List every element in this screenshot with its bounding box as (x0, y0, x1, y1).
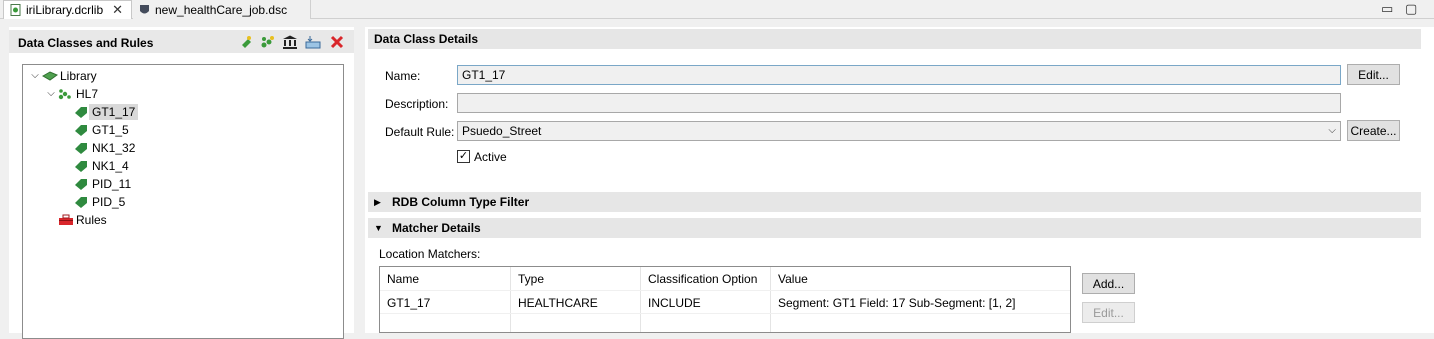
maximize-icon[interactable]: ▢ (1405, 1, 1417, 17)
tree-label: PID_5 (92, 194, 126, 209)
tree-label: NK1_32 (92, 140, 136, 155)
active-label: Active (474, 150, 507, 164)
edit-name-button[interactable]: Edit... (1347, 64, 1400, 85)
empty-cell (380, 314, 511, 332)
tag-icon (74, 142, 88, 154)
selected-value: Psuedo_Street (462, 124, 542, 138)
tree-label: Rules (76, 212, 107, 227)
tag-icon (74, 178, 88, 190)
tag-icon (74, 196, 88, 208)
library-icon[interactable] (281, 34, 299, 50)
section-title: Data Class Details (374, 32, 479, 46)
editor-tab-bar: iriLibrary.dcrlib ✕ new_healthCare_job.d… (0, 0, 1434, 19)
column-header-value[interactable]: Value (771, 267, 1070, 290)
create-rule-button[interactable]: Create... (1347, 120, 1400, 141)
tree-item[interactable]: NK1_4 (73, 157, 129, 174)
tree-item[interactable]: GT1_17 (73, 103, 139, 120)
table-header: Name Type Classification Option Value (380, 267, 1070, 290)
add-group-icon[interactable] (259, 34, 277, 50)
empty-cell (641, 314, 771, 332)
section-title: RDB Column Type Filter (392, 195, 530, 209)
tree-label: PID_11 (92, 176, 132, 191)
empty-cell (511, 314, 641, 332)
location-matchers-table: Name Type Classification Option Value GT… (379, 266, 1071, 333)
panel-header: Data Classes and Rules (9, 30, 354, 53)
cell-value: Segment: GT1 Field: 17 Sub-Segment: [1, … (778, 295, 1016, 310)
cell-classification: INCLUDE (641, 291, 771, 314)
description-label: Description: (385, 97, 449, 111)
add-class-icon[interactable] (237, 34, 255, 50)
chevron-down-icon[interactable]: ⌵ (29, 70, 41, 81)
name-field[interactable]: GT1_17 (457, 65, 1341, 85)
table-row-empty (380, 313, 1070, 332)
group-icon (58, 88, 72, 100)
edit-matcher-button[interactable]: Edit... (1082, 302, 1135, 323)
tree-label: GT1_17 (89, 103, 139, 120)
tag-icon (74, 160, 88, 172)
close-icon[interactable]: ✕ (112, 2, 123, 18)
caret-down-icon: ▼ (374, 223, 383, 233)
data-class-details-header: Data Class Details (368, 29, 1421, 49)
cell-type: HEALTHCARE (511, 291, 641, 314)
tab-healthcare-job[interactable]: new_healthCare_job.dsc (133, 0, 311, 19)
delete-icon[interactable] (328, 34, 346, 50)
class-tree: ⌵ Library ⌵ HL7 GT1_17 GT1_5 NK1_32 NK1_… (22, 64, 344, 339)
empty-cell (771, 314, 1070, 332)
tree-item[interactable]: GT1_5 (73, 121, 129, 138)
details-panel: Data Class Details Name: GT1_17 Edit... … (365, 27, 1434, 333)
chevron-down-icon[interactable]: ⌵ (45, 88, 57, 99)
tree-node-rules[interactable]: Rules (57, 211, 107, 228)
tree-label: NK1_4 (92, 158, 129, 173)
active-checkbox[interactable]: ✓ (457, 150, 470, 163)
tree-node-hl7[interactable]: ⌵ HL7 (45, 85, 98, 102)
tag-icon (74, 106, 88, 118)
data-classes-panel: Data Classes and Rules ⌵ Library ⌵ HL7 G… (9, 27, 354, 339)
tree-item[interactable]: NK1_32 (73, 139, 135, 156)
library-file-icon (10, 4, 21, 16)
book-icon (41, 70, 59, 82)
caret-right-icon: ▶ (374, 196, 381, 207)
tree-item[interactable]: PID_5 (73, 193, 125, 210)
tree-label: HL7 (76, 86, 99, 101)
location-matchers-label: Location Matchers: (379, 247, 481, 261)
panel-title: Data Classes and Rules (18, 36, 154, 50)
tab-irilibrary[interactable]: iriLibrary.dcrlib ✕ (3, 0, 132, 19)
tag-icon (74, 124, 88, 136)
toolbox-icon (58, 214, 73, 226)
tree-item[interactable]: PID_11 (73, 175, 131, 192)
tree-label: Library (60, 68, 97, 83)
description-field[interactable] (457, 93, 1341, 113)
default-rule-label: Default Rule: (385, 125, 455, 139)
minimize-icon[interactable]: ▭ (1381, 1, 1393, 17)
tree-label: GT1_5 (92, 122, 129, 137)
column-header-name[interactable]: Name (380, 267, 511, 290)
matcher-details-header[interactable]: ▼ Matcher Details (368, 218, 1421, 238)
default-rule-select[interactable]: Psuedo_Street ⌵ (457, 121, 1341, 141)
add-matcher-button[interactable]: Add... (1082, 273, 1135, 294)
cell-name: GT1_17 (380, 291, 511, 314)
tree-node-library[interactable]: ⌵ Library (29, 67, 97, 84)
tab-label: iriLibrary.dcrlib (26, 3, 104, 17)
column-header-type[interactable]: Type (511, 267, 641, 290)
table-row[interactable]: GT1_17 HEALTHCARE INCLUDE Segment: GT1 F… (380, 290, 1070, 314)
import-icon[interactable] (304, 34, 322, 50)
shield-file-icon (139, 4, 150, 16)
chevron-down-icon: ⌵ (1328, 125, 1336, 136)
column-header-classification[interactable]: Classification Option (641, 267, 771, 290)
tab-label: new_healthCare_job.dsc (155, 2, 288, 17)
section-title: Matcher Details (392, 221, 481, 235)
name-label: Name: (385, 69, 421, 83)
rdb-filter-header[interactable]: ▶ RDB Column Type Filter (368, 192, 1421, 212)
